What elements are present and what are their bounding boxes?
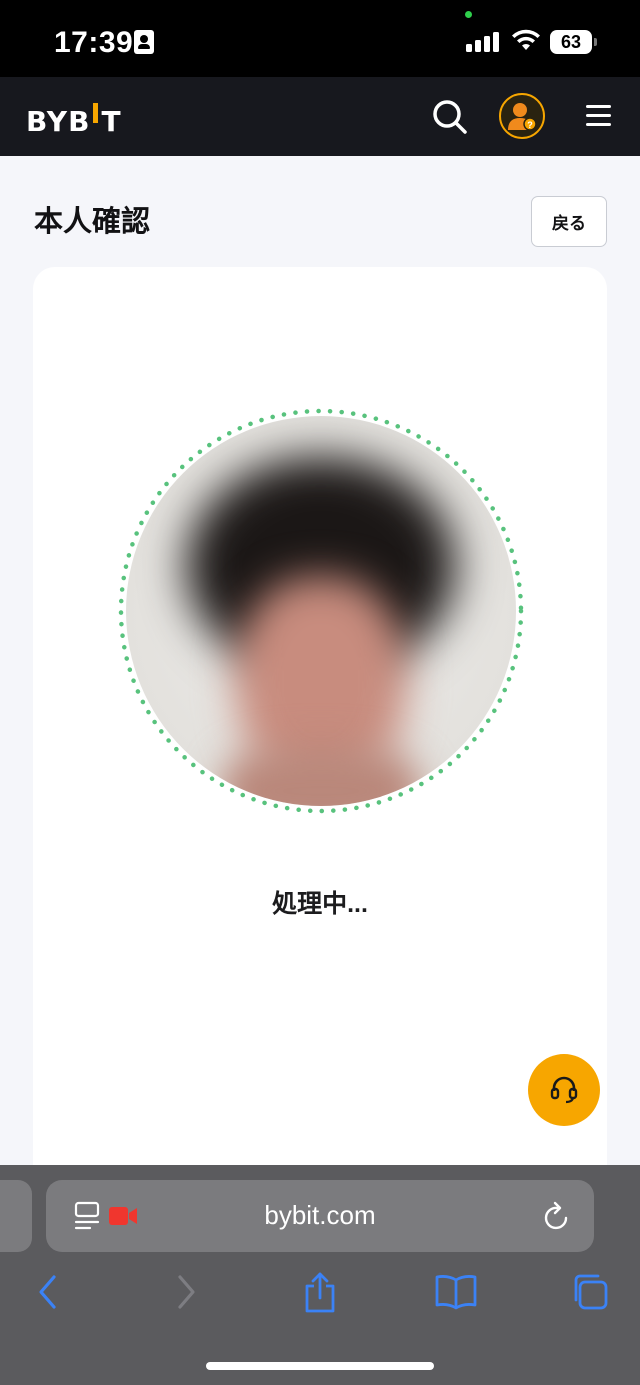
previous-tab-preview[interactable] bbox=[0, 1180, 32, 1252]
avatar-button[interactable]: ? bbox=[499, 93, 545, 139]
status-time: 17:39 bbox=[54, 26, 134, 59]
headset-icon bbox=[550, 1076, 578, 1104]
chevron-left-icon[interactable] bbox=[34, 1272, 62, 1312]
support-chat-button[interactable] bbox=[528, 1054, 600, 1126]
logo-text-right: T bbox=[101, 105, 122, 138]
avatar-icon: ? bbox=[508, 103, 537, 131]
svg-text:?: ? bbox=[527, 120, 533, 130]
page: 17:39 63 BYB T ? 本人確認 戻る 処理中... bybit.co… bbox=[0, 0, 640, 1385]
reload-icon[interactable] bbox=[542, 1200, 572, 1232]
status-bar: 17:39 63 bbox=[0, 0, 640, 77]
app-header: BYB T ? bbox=[0, 77, 640, 156]
search-icon[interactable] bbox=[430, 97, 470, 137]
cellular-signal-icon bbox=[466, 32, 502, 52]
home-indicator[interactable] bbox=[206, 1362, 434, 1370]
book-icon[interactable] bbox=[434, 1272, 478, 1312]
battery-level: 63 bbox=[550, 30, 592, 54]
wifi-icon bbox=[512, 29, 540, 50]
face-camera-preview bbox=[126, 416, 516, 806]
camera-in-use-indicator bbox=[465, 11, 472, 18]
back-button[interactable]: 戻る bbox=[531, 196, 607, 247]
battery-tip bbox=[594, 38, 597, 46]
bybit-logo[interactable]: BYB T bbox=[26, 103, 122, 138]
chevron-right-icon[interactable] bbox=[172, 1272, 200, 1312]
hamburger-menu-icon[interactable] bbox=[584, 101, 614, 131]
tabs-icon[interactable] bbox=[570, 1272, 610, 1312]
url-text[interactable]: bybit.com bbox=[46, 1200, 594, 1231]
logo-text-left: BYB bbox=[26, 105, 91, 138]
contact-card-icon bbox=[134, 30, 154, 54]
page-title: 本人確認 bbox=[34, 206, 151, 238]
logo-i-bar bbox=[93, 103, 99, 123]
share-icon[interactable] bbox=[302, 1272, 338, 1314]
processing-status: 処理中... bbox=[272, 890, 368, 918]
